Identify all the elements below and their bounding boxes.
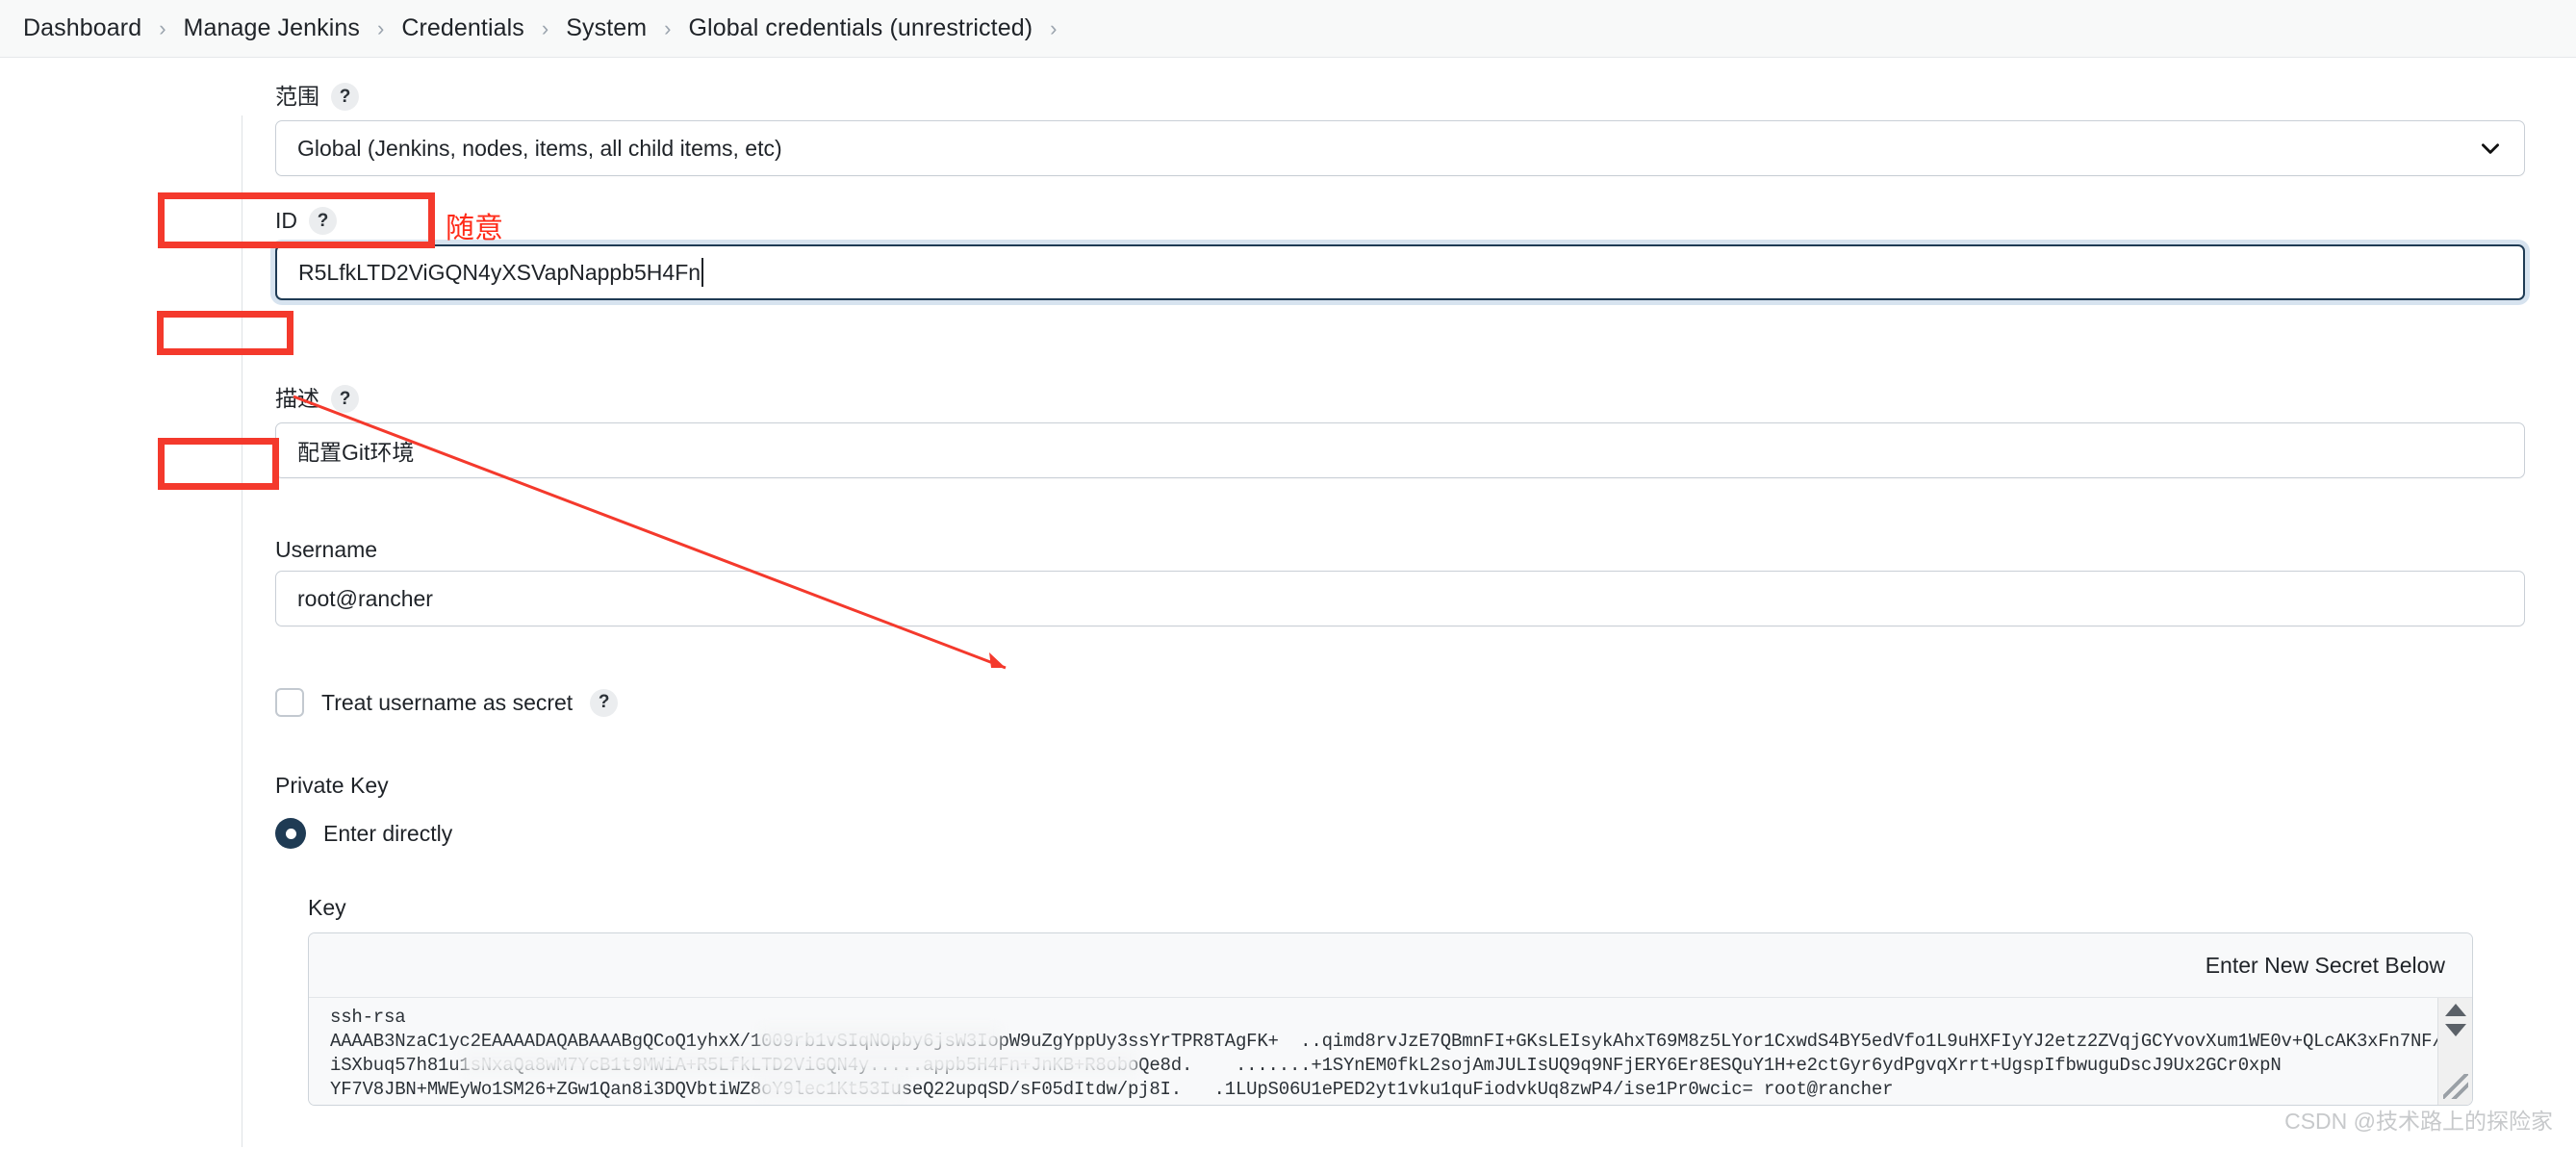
private-key-label-row: Private Key xyxy=(275,775,452,797)
treat-username-as-secret-help-icon[interactable]: ? xyxy=(590,688,619,717)
description-input[interactable]: 配置Git环境 xyxy=(275,422,2525,478)
chevron-down-icon xyxy=(2482,143,2499,154)
annotation-text-id: 随意 xyxy=(446,212,503,245)
breadcrumb-item-global-credentials[interactable]: Global credentials (unrestricted) xyxy=(683,14,1039,42)
description-input-value: 配置Git环境 xyxy=(297,440,415,465)
private-key-label: Private Key xyxy=(275,773,389,798)
username-label-row: Username xyxy=(275,539,2525,561)
watermark: CSDN @技术路上的探险家 xyxy=(2284,1109,2553,1134)
treat-username-as-secret-checkbox[interactable] xyxy=(275,688,304,717)
key-panel: Key Enter New Secret Below ssh-rsa AAAAB… xyxy=(308,895,2473,1106)
resize-grip-icon[interactable] xyxy=(2442,1074,2468,1099)
key-label: Key xyxy=(308,895,346,920)
secret-textarea-wrapper: Enter New Secret Below ssh-rsa AAAAB3Nza… xyxy=(308,932,2473,1106)
scroll-down-arrow-icon[interactable] xyxy=(2444,1024,2466,1036)
id-help-icon[interactable]: ? xyxy=(309,207,337,235)
credentials-form-page: 范围 ? Global (Jenkins, nodes, items, all … xyxy=(0,58,2576,1149)
breadcrumb: Dashboard › Manage Jenkins › Credentials… xyxy=(0,0,2576,58)
username-input[interactable]: root@rancher xyxy=(275,571,2525,626)
annotation-box-username-field xyxy=(157,311,293,355)
scope-select[interactable]: Global (Jenkins, nodes, items, all child… xyxy=(275,120,2525,176)
breadcrumb-separator-icon: › xyxy=(159,15,166,40)
id-input-value: R5LfkLTD2ViGQN4yXSVapNappb5H4Fn xyxy=(298,259,701,285)
description-label: 描述 xyxy=(275,386,319,411)
field-scope: 范围 ? Global (Jenkins, nodes, items, all … xyxy=(242,83,2525,176)
radio-selected-dot xyxy=(285,828,296,839)
enter-directly-label: Enter directly xyxy=(323,820,453,846)
scope-help-icon[interactable]: ? xyxy=(331,83,359,111)
text-cursor xyxy=(701,258,704,287)
breadcrumb-item-dashboard[interactable]: Dashboard xyxy=(17,14,147,42)
field-username: Username root@rancher xyxy=(242,539,2525,626)
field-description: 描述 ? 配置Git环境 xyxy=(242,385,2525,478)
username-label: Username xyxy=(275,537,378,562)
breadcrumb-separator-icon: › xyxy=(1050,15,1058,40)
breadcrumb-item-credentials[interactable]: Credentials xyxy=(395,14,530,42)
id-label: ID xyxy=(275,208,297,233)
breadcrumb-separator-icon: › xyxy=(541,15,549,40)
treat-username-as-secret-label: Treat username as secret xyxy=(321,689,574,715)
treat-username-as-secret-row[interactable]: Treat username as secret ? xyxy=(275,688,619,717)
enter-new-secret-below-label: Enter New Secret Below xyxy=(309,933,2472,997)
id-input[interactable]: R5LfkLTD2ViGQN4yXSVapNappb5H4Fn xyxy=(275,244,2525,300)
enter-directly-radio[interactable] xyxy=(275,818,306,849)
secret-scrollbar[interactable] xyxy=(2437,998,2472,1105)
id-label-row: ID ? xyxy=(275,207,2525,235)
field-private-key: Private Key Enter directly xyxy=(242,775,452,849)
breadcrumb-item-system[interactable]: System xyxy=(560,14,652,42)
username-input-value: root@rancher xyxy=(297,585,433,611)
scroll-up-arrow-icon[interactable] xyxy=(2444,1004,2466,1016)
scope-select-value: Global (Jenkins, nodes, items, all child… xyxy=(297,135,782,161)
scope-label-row: 范围 ? xyxy=(275,83,2525,111)
breadcrumb-item-manage-jenkins[interactable]: Manage Jenkins xyxy=(178,14,366,42)
private-key-textarea[interactable]: ssh-rsa AAAAB3NzaC1yc2EAAAADAQABAAABgQCo… xyxy=(309,998,2437,1105)
private-key-enter-directly-row[interactable]: Enter directly xyxy=(275,818,452,849)
description-help-icon[interactable]: ? xyxy=(331,385,359,413)
breadcrumb-separator-icon: › xyxy=(377,15,385,40)
scope-label: 范围 xyxy=(275,84,319,109)
breadcrumb-separator-icon: › xyxy=(664,15,672,40)
description-label-row: 描述 ? xyxy=(275,385,2525,413)
secret-body: ssh-rsa AAAAB3NzaC1yc2EAAAADAQABAAABgQCo… xyxy=(309,997,2472,1105)
field-id: ID ? R5LfkLTD2ViGQN4yXSVapNappb5H4Fn xyxy=(242,207,2525,300)
